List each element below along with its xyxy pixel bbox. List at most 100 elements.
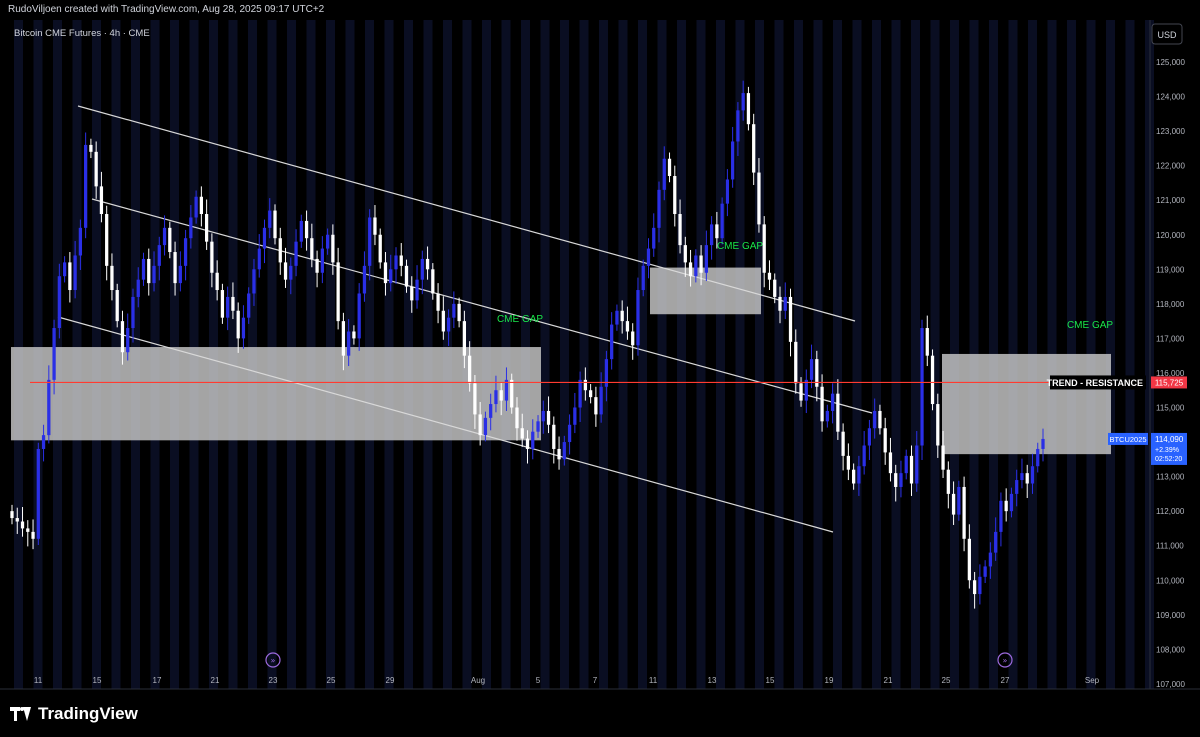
candle-body [383,262,388,284]
session-stripe [774,20,784,689]
candle-body [394,255,398,270]
candle-body [226,296,230,318]
candle-body [52,328,56,380]
cme-gap-label: CME GAP [717,241,763,252]
candle-body [1025,473,1029,484]
candle-body [1036,448,1040,467]
candle-body [536,421,540,432]
candle-body [983,566,987,577]
candle-body [636,290,640,346]
cme-gap-label: CME GAP [497,314,543,325]
candle-body [410,286,414,301]
candle[interactable] [746,86,751,131]
bar-countdown: 02:52:20 [1155,456,1182,463]
candle-body [452,303,456,318]
price-tick-label: 115,000 [1156,404,1185,413]
price-tick-label: 119,000 [1156,265,1185,274]
candle-body [20,521,25,529]
candle[interactable] [930,349,935,411]
candle-body [625,321,630,332]
price-tick-label: 122,000 [1156,162,1185,171]
candle-body [578,379,582,408]
candle-body [825,410,829,422]
candle-body [373,217,377,235]
candle-body [283,262,288,280]
candle-body [489,404,493,418]
candle-body [89,144,93,152]
candle-body [26,528,30,532]
candle-body [236,310,240,339]
candle-body [110,265,114,291]
candle-body [1004,500,1008,512]
candle-body [610,324,614,360]
price-tick-label: 110,000 [1156,576,1185,585]
candle-body [210,241,214,273]
candle-body [557,448,561,460]
session-stripe [696,20,706,689]
candle-body [725,179,730,204]
candle-body [615,310,619,325]
candle[interactable] [720,197,724,245]
cme-gap-label: CME GAP [1067,320,1113,331]
candle-body [736,110,740,142]
candle-body [599,386,603,415]
candle-body [331,234,335,263]
candle-body [389,269,393,284]
cme-gap-box[interactable] [942,353,1111,455]
time-tick-label: 23 [269,676,278,685]
cme-gap-box[interactable] [11,347,541,441]
candle-body [1009,493,1014,512]
candle-body [510,379,514,408]
candle-body [299,220,303,242]
candle-body [57,276,61,329]
session-stripe [677,20,686,689]
candle-body [199,196,203,215]
candle-body [289,265,293,280]
candle-body [999,500,1003,532]
candle-body [788,296,793,342]
price-tick-label: 120,000 [1156,231,1185,240]
candle-body [1020,473,1024,481]
candle-body [73,255,77,291]
trend-resistance-label: TREND - RESISTANCE [1047,378,1143,388]
candle[interactable] [84,132,88,239]
candle-body [567,424,572,443]
candle-body [767,272,772,280]
price-tick-label: 113,000 [1156,473,1185,482]
candle-body [552,424,556,449]
candle-body [746,93,751,125]
candle-body [852,469,856,484]
candlestick-chart[interactable]: TREND - RESISTANCE CME GAP CME GAP CME GAP… [0,0,1200,737]
candle-body [215,272,219,291]
candle-body [473,383,477,415]
candle-body [846,455,851,470]
candle-body [836,393,840,432]
currency-label: USD [1157,30,1177,40]
candle-body [47,379,51,436]
candle-body [147,258,151,284]
price-tick-label: 125,000 [1156,58,1185,67]
time-tick-label: Sep [1085,676,1100,685]
candle-body [257,248,261,270]
candle[interactable] [115,283,119,328]
candle[interactable] [36,442,40,546]
session-stripe [833,20,842,689]
candle-body [878,410,882,429]
candle-body [641,265,645,291]
candle-body [562,442,566,460]
session-stripe [638,20,647,689]
candle-body [841,431,845,456]
brand-logo[interactable]: TradingView [10,704,138,724]
candle-body [399,255,403,266]
candle-body [757,172,761,225]
candle-body [762,224,766,273]
chart-frame: TREND - RESISTANCE CME GAP CME GAP CME GAP… [0,0,1200,737]
price-tick-label: 112,000 [1156,507,1185,516]
chart-title: Bitcoin CME Futures · 4h · CME [14,28,150,39]
candle-body [720,203,724,239]
candle[interactable] [920,319,924,461]
candle-body [494,390,498,405]
candle-body [994,531,998,553]
time-tick-label: 15 [766,676,775,685]
candle-body [962,486,966,539]
